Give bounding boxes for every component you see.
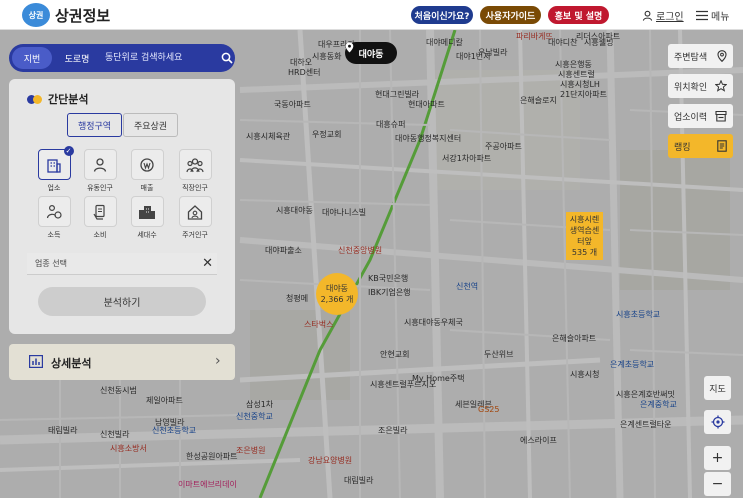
bar-chart-icon [29,355,43,368]
menu-button[interactable]: 메뉴 [696,8,729,23]
store-history-label: 업소이력 [674,112,708,123]
group-icon [186,157,204,172]
cluster-marker[interactable]: 대야동 2,366 개 [316,273,358,315]
header-bar: 상권 상권정보 처음이신가요? 사용자가이드 홍보 및 설명 로그인 메뉴 [0,0,743,30]
chevron-right-icon: › [215,353,221,369]
star-icon [715,80,727,92]
locate-label: 위치확인 [674,82,708,93]
category-box [130,149,164,180]
jibun-toggle[interactable]: 지번 [12,47,52,69]
zoom-out-button[interactable]: − [704,472,731,496]
tab-main-commercial[interactable]: 주요상권 [123,113,178,137]
card-hand-icon [93,204,105,220]
close-icon[interactable]: ✕ [202,256,213,271]
map-pin-icon [345,42,354,53]
analyze-button[interactable]: 분석하기 [38,287,206,316]
store-history-button[interactable]: 업소이력 [668,104,733,128]
first-time-button[interactable]: 처음이신가요? [411,6,473,24]
search-input[interactable] [105,48,217,68]
brand-dots-icon [27,94,42,104]
category-sales[interactable]: 매출 [127,149,167,193]
category-label: 업소 [47,184,61,192]
person-icon [93,157,107,172]
hamburger-icon [696,10,708,21]
category-label: 직장인구 [182,184,208,192]
search-icon[interactable] [221,52,233,64]
app-title[interactable]: 상권정보 [55,5,110,26]
category-box [83,196,117,227]
ranking-label: 랭킹 [674,142,691,153]
tag-line: 터앞 [577,237,592,246]
tab-admin-area[interactable]: 행정구역 [67,113,122,137]
category-box [37,196,71,227]
check-icon: ✓ [63,146,74,156]
cluster-name: 대야동 [325,284,349,293]
promo-button[interactable]: 홍보 및 설명 [548,6,609,24]
category-label: 매출 [140,184,154,192]
road-name-toggle[interactable]: 도로명 [55,47,99,69]
category-box [130,196,164,227]
document-icon [717,140,727,152]
category-box [178,196,212,227]
user-icon [642,10,653,21]
store-icon [715,110,727,122]
commercial-area-tag[interactable]: 시흥시렌 생역습센 터앞 535 개 [566,212,603,260]
house-icon [187,204,203,220]
search-bar: 지번 도로명 [9,44,235,72]
zoom-in-button[interactable]: + [704,446,731,470]
panel-title: 간단분석 [27,91,88,107]
crosshair-icon [711,415,724,429]
category-box [178,149,212,180]
login-link[interactable]: 로그인 [642,8,684,23]
current-location-button[interactable] [704,410,731,434]
category-label: 유동인구 [87,184,113,192]
category-box: ✓ [37,146,74,180]
nearby-search-button[interactable]: 주변탐색 [668,44,733,68]
category-residents[interactable]: 주거인구 [175,196,215,240]
simple-analysis-panel: 간단분석 행정구역 주요상권 ✓ 업소 유동인구 매출 직장인구 소득 소비 세… [9,79,235,334]
category-income[interactable]: 소득 [34,196,74,240]
tag-line: 시흥시렌 [569,215,600,224]
tag-count: 535 개 [571,248,598,257]
panel-title-label: 간단분석 [48,93,89,106]
tag-line: 생역습센 [569,226,600,235]
category-label: 세대수 [137,231,157,239]
location-pill-label: 대야동 [358,49,384,60]
user-guide-button[interactable]: 사용자가이드 [480,6,541,24]
menu-label: 메뉴 [711,12,730,23]
logo-icon[interactable]: 상권 [22,3,50,27]
location-pill[interactable]: 대야동 [345,42,397,64]
nearby-search-label: 주변탐색 [674,52,708,63]
detail-analysis-label: 상세분석 [51,357,92,370]
category-floating-pop[interactable]: 유동인구 [80,149,120,193]
apartment-icon [139,205,155,219]
industry-select[interactable]: 업종 선택 ✕ [27,253,217,275]
detail-analysis-bar[interactable]: 상세분석 › [9,344,235,380]
category-stores[interactable]: ✓ 업소 [34,146,74,193]
ranking-button[interactable]: 랭킹 [668,134,733,158]
locate-button[interactable]: 위치확인 [668,74,733,98]
map-type-button[interactable]: 지도 [704,376,731,400]
location-pin-icon [717,50,727,62]
coin-icon [140,157,154,172]
category-label: 소비 [93,231,107,239]
building-icon [47,158,61,173]
category-box [83,149,117,180]
industry-select-value: 업종 선택 [35,259,67,268]
category-label: 소득 [47,231,61,239]
category-households[interactable]: 세대수 [127,196,167,240]
category-workers[interactable]: 직장인구 [175,149,215,193]
cluster-count: 2,366 개 [320,295,354,304]
category-consumption[interactable]: 소비 [80,196,120,240]
category-label: 주거인구 [182,231,208,239]
login-label: 로그인 [656,12,684,23]
person-coin-icon [46,204,62,219]
